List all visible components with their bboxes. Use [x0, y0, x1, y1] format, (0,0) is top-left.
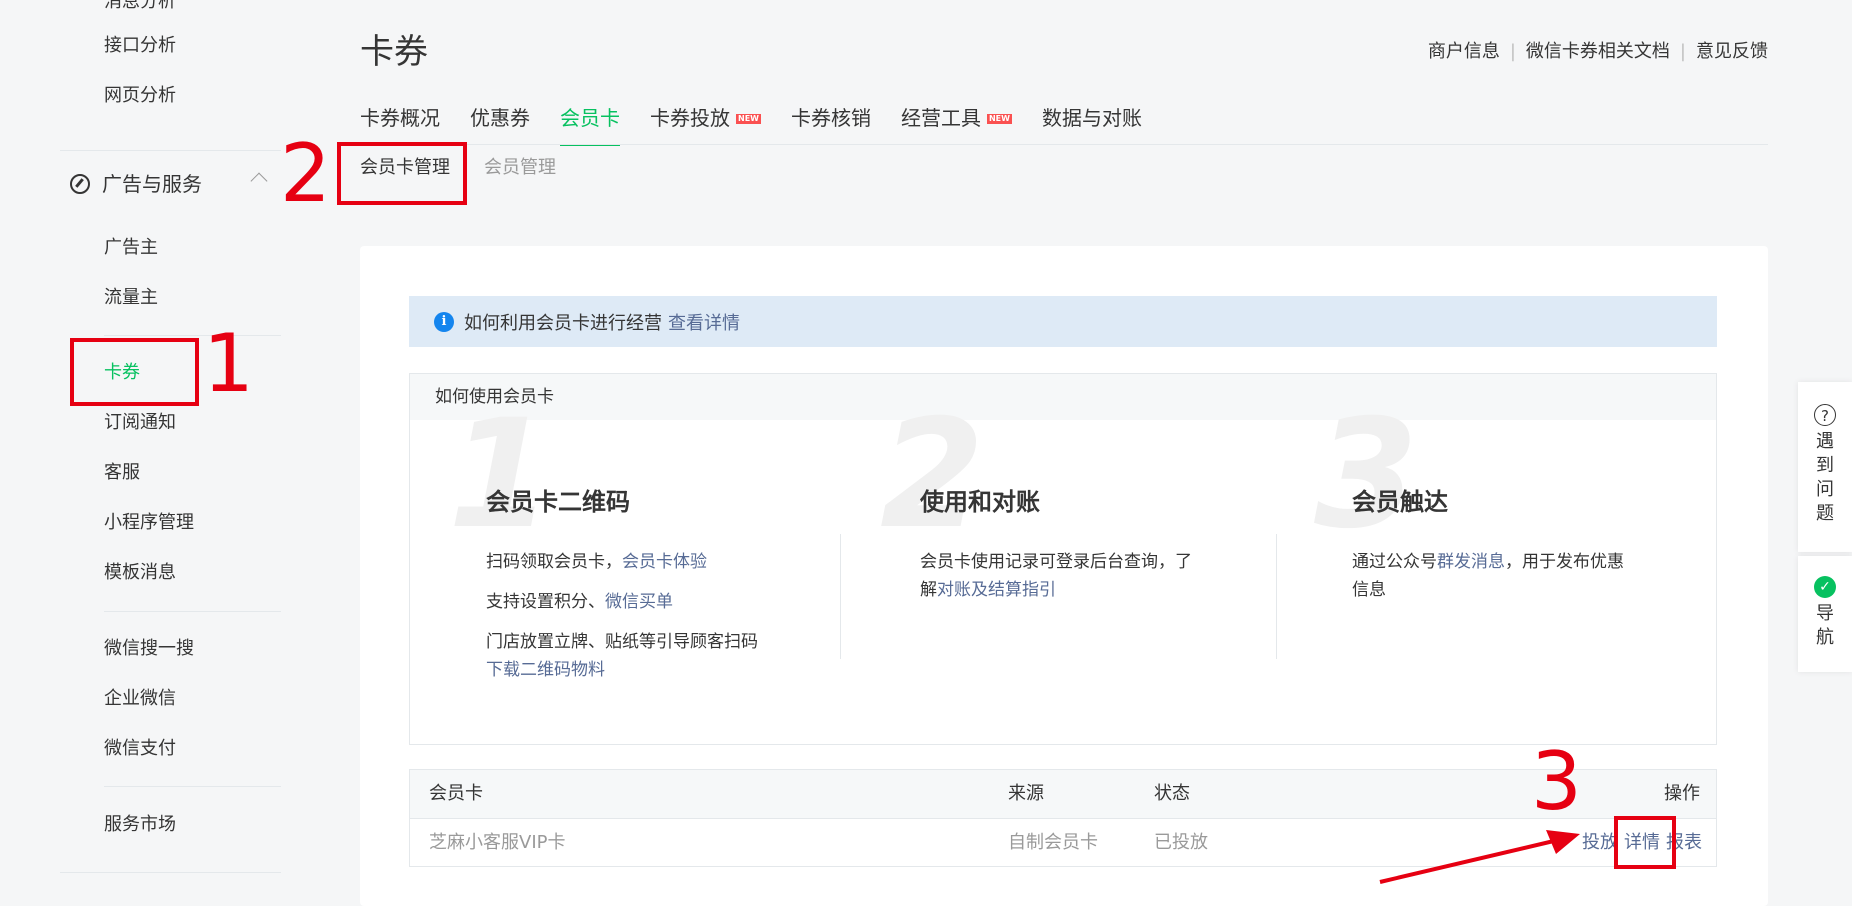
annotation-number: 1: [203, 317, 254, 410]
step-text: 信息: [1352, 580, 1386, 600]
new-badge: NEW: [986, 114, 1012, 124]
chevron-up-icon[interactable]: [250, 172, 268, 190]
sidebar-item-customer-service[interactable]: 客服: [104, 461, 140, 485]
step-text: 支持设置积分、: [486, 592, 605, 612]
tab-membership-card[interactable]: 会员卡: [560, 104, 620, 146]
tab-business-tools[interactable]: 经营工具 NEW: [901, 104, 1012, 132]
link-separator: |: [1509, 41, 1516, 62]
step-description: 扫码领取会员卡，会员卡体验 支持设置积分、微信买单 门店放置立牌、贴纸等引导顾客…: [486, 548, 758, 684]
header-links: 商户信息 | 微信卡券相关文档 | 意见反馈: [1428, 40, 1768, 64]
col-header-status: 状态: [1154, 783, 1190, 804]
help-label: 遇到问题: [1816, 431, 1834, 524]
sidebar-item-advertiser[interactable]: 广告主: [104, 236, 158, 260]
tabs-divider: [360, 144, 1768, 145]
annotation-box-details: [1614, 816, 1676, 869]
sidebar-item-template-message[interactable]: 模板消息: [104, 561, 176, 585]
step-text: 解: [920, 580, 937, 600]
sidebar-item-wechat-search[interactable]: 微信搜一搜: [104, 637, 194, 661]
sidebar-item-mini-program[interactable]: 小程序管理: [104, 511, 194, 535]
cell-source: 自制会员卡: [1008, 832, 1098, 853]
step-number: 3: [1314, 388, 1419, 562]
tab-label: 优惠券: [470, 106, 530, 130]
view-details-link[interactable]: 查看详情: [668, 309, 740, 335]
feedback-link[interactable]: 意见反馈: [1696, 40, 1768, 64]
sidebar-divider: [104, 786, 281, 787]
link-separator: |: [1679, 41, 1686, 62]
info-banner: i 如何利用会员卡进行经营 查看详情: [409, 296, 1717, 347]
info-text: 如何利用会员卡进行经营: [464, 312, 662, 334]
subtab-member-management[interactable]: 会员管理: [484, 156, 556, 180]
sidebar-divider: [104, 611, 281, 612]
step-number: 2: [880, 388, 985, 562]
tab-card-redemption[interactable]: 卡券核销: [791, 104, 871, 132]
nav-label: 导航: [1816, 603, 1834, 648]
sidebar-item-publisher[interactable]: 流量主: [104, 286, 158, 310]
nav-float[interactable]: ✓ 导航: [1798, 556, 1852, 672]
annotation-box-sidebar-cards: [70, 338, 199, 406]
cell-status: 已投放: [1154, 832, 1208, 853]
tab-card-distribution[interactable]: 卡券投放 NEW: [650, 104, 761, 132]
tab-overview[interactable]: 卡券概况: [360, 104, 440, 132]
step-text: 扫码领取会员卡，: [486, 552, 622, 572]
how-to-use-panel: 如何使用会员卡 1 会员卡二维码 扫码领取会员卡，会员卡体验 支持设置积分、微信…: [409, 373, 1717, 745]
page-title: 卡券: [360, 32, 428, 72]
sidebar-item-web-analysis[interactable]: 网页分析: [104, 84, 176, 108]
cell-card-name: 芝麻小客服VIP卡: [429, 832, 566, 853]
step-title: 会员卡二维码: [486, 488, 630, 516]
tab-label: 卡券概况: [360, 106, 440, 130]
new-badge: NEW: [736, 114, 761, 124]
sidebar-item-subscription[interactable]: 订阅通知: [104, 411, 176, 435]
tab-label: 经营工具: [900, 106, 981, 130]
merchant-info-link[interactable]: 商户信息: [1428, 40, 1500, 64]
table-header: 会员卡 来源 状态 操作: [410, 770, 1716, 819]
annotation-number: 3: [1531, 735, 1582, 828]
sidebar-section-title: 广告与服务: [102, 172, 202, 196]
step-number: 1: [448, 388, 553, 562]
sidebar-divider: [60, 150, 281, 151]
step-description: 通过公众号群发消息，用于发布优惠信息: [1352, 548, 1624, 604]
tab-label: 会员卡: [560, 106, 620, 130]
step-text: ，用于发布优惠: [1505, 552, 1624, 572]
nav-icon: ✓: [1814, 576, 1836, 598]
tab-data-reconciliation[interactable]: 数据与对账: [1042, 104, 1142, 132]
compass-icon: [70, 174, 90, 194]
step-divider: [840, 534, 841, 659]
download-qrcode-materials-link[interactable]: 下载二维码物料: [486, 660, 605, 680]
panel-title: 如何使用会员卡: [410, 374, 1716, 420]
info-icon: i: [434, 311, 454, 332]
tab-label: 卡券核销: [790, 106, 871, 130]
wechat-pay-bill-link[interactable]: 微信买单: [605, 592, 673, 612]
step-text: 通过公众号: [1352, 552, 1437, 572]
card-experience-link[interactable]: 会员卡体验: [622, 552, 707, 572]
step-text: 会员卡使用记录可登录后台查询，了: [920, 552, 1192, 572]
annotation-arrow: [1379, 830, 1580, 884]
sidebar-divider: [104, 335, 281, 336]
sidebar-item-api-analysis[interactable]: 接口分析: [104, 34, 176, 58]
mass-message-link[interactable]: 群发消息: [1437, 552, 1505, 572]
sidebar-item-wechat-pay[interactable]: 微信支付: [104, 737, 176, 761]
step-divider: [1276, 534, 1277, 659]
sidebar-item-message-analysis[interactable]: 消息分析: [104, 0, 176, 14]
question-icon: ?: [1814, 404, 1836, 426]
tab-label: 卡券投放: [650, 106, 730, 130]
step-text: 门店放置立牌、贴纸等引导顾客扫码: [486, 632, 758, 652]
step-title: 使用和对账: [920, 488, 1040, 516]
col-header-actions: 操作: [1664, 783, 1700, 804]
sidebar-divider: [60, 872, 281, 873]
tab-label: 数据与对账: [1041, 106, 1142, 130]
reconciliation-guide-link[interactable]: 对账及结算指引: [937, 580, 1056, 600]
annotation-box-subtab: [337, 142, 467, 205]
step-description: 会员卡使用记录可登录后台查询，了 解对账及结算指引: [920, 548, 1192, 604]
sidebar-section-ads-services[interactable]: 广告与服务: [70, 171, 268, 197]
col-header-source: 来源: [1008, 783, 1044, 804]
docs-link[interactable]: 微信卡券相关文档: [1526, 40, 1670, 64]
tab-coupons[interactable]: 优惠券: [470, 104, 530, 132]
step-title: 会员触达: [1352, 488, 1448, 516]
main-tabs: 卡券概况 优惠券 会员卡 卡券投放 NEW 卡券核销 经营工具 NEW 数据与对账: [360, 104, 1172, 146]
help-float[interactable]: ? 遇到问题: [1798, 382, 1852, 552]
annotation-number: 2: [280, 127, 331, 220]
sidebar-item-wecom[interactable]: 企业微信: [104, 687, 176, 711]
col-header-card: 会员卡: [429, 783, 483, 804]
sidebar-item-service-market[interactable]: 服务市场: [104, 813, 176, 837]
